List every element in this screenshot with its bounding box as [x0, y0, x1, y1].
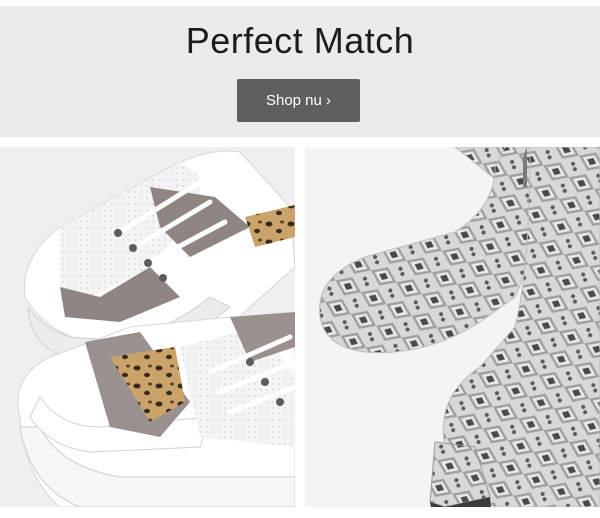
divider [0, 137, 600, 147]
sneakers-image-link[interactable] [0, 147, 295, 507]
boots-image-link[interactable] [305, 147, 600, 507]
shop-now-button[interactable]: Shop nu › [237, 79, 360, 122]
product-images [0, 147, 600, 507]
sneakers-image [0, 147, 295, 507]
boots-image [305, 147, 600, 507]
promo-banner: Perfect Match Shop nu › [0, 6, 600, 137]
banner-title: Perfect Match [185, 20, 415, 61]
